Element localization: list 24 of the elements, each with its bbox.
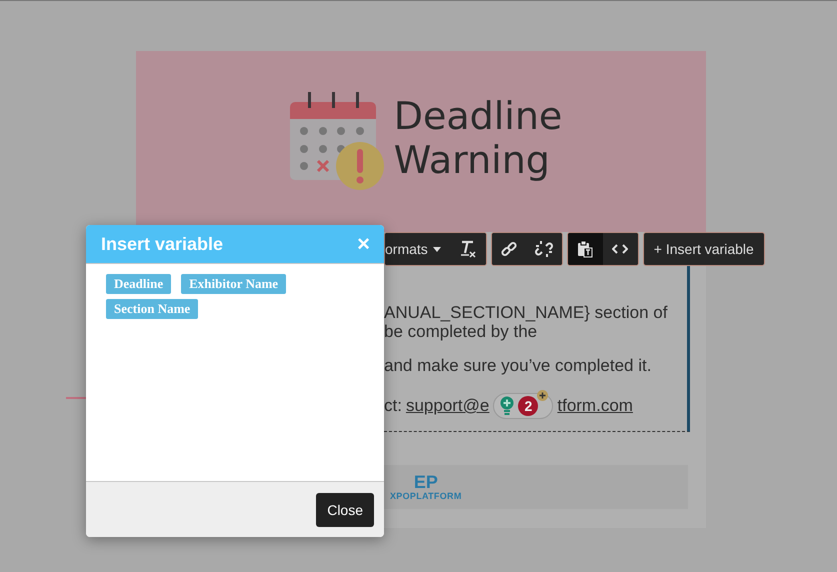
banner-title: Deadline: [394, 94, 562, 138]
lightbulb-icon: [500, 396, 514, 416]
email-link[interactable]: tform.com: [557, 396, 633, 416]
count-badge: 2: [518, 396, 538, 416]
body-text: and make sure you’ve completed it.: [384, 356, 652, 375]
link-icon: [501, 241, 518, 257]
caret-icon: [432, 246, 441, 252]
body-text: ct:: [384, 396, 402, 416]
paste-text-button[interactable]: [568, 233, 603, 265]
logo-text: XPOPLATFORM: [390, 491, 462, 501]
clear-format-icon: [460, 240, 476, 258]
logo-mark: EP: [414, 473, 438, 491]
assistant-widget[interactable]: 2: [493, 393, 554, 419]
body-text: be completed by the: [384, 322, 538, 341]
code-icon: [612, 243, 628, 255]
email-link[interactable]: support@e: [406, 396, 490, 416]
close-button[interactable]: Close: [316, 492, 374, 526]
clipboard-icon: [577, 240, 594, 258]
dialog-title: Insert variable: [101, 234, 224, 254]
plus-icon: [537, 390, 548, 401]
body-text: ANUAL_SECTION_NAME} section of: [384, 303, 668, 322]
insert-variable-button[interactable]: + Insert variable: [644, 233, 764, 265]
banner-title: Warning: [394, 138, 550, 182]
calendar-warning-icon: [290, 92, 386, 192]
